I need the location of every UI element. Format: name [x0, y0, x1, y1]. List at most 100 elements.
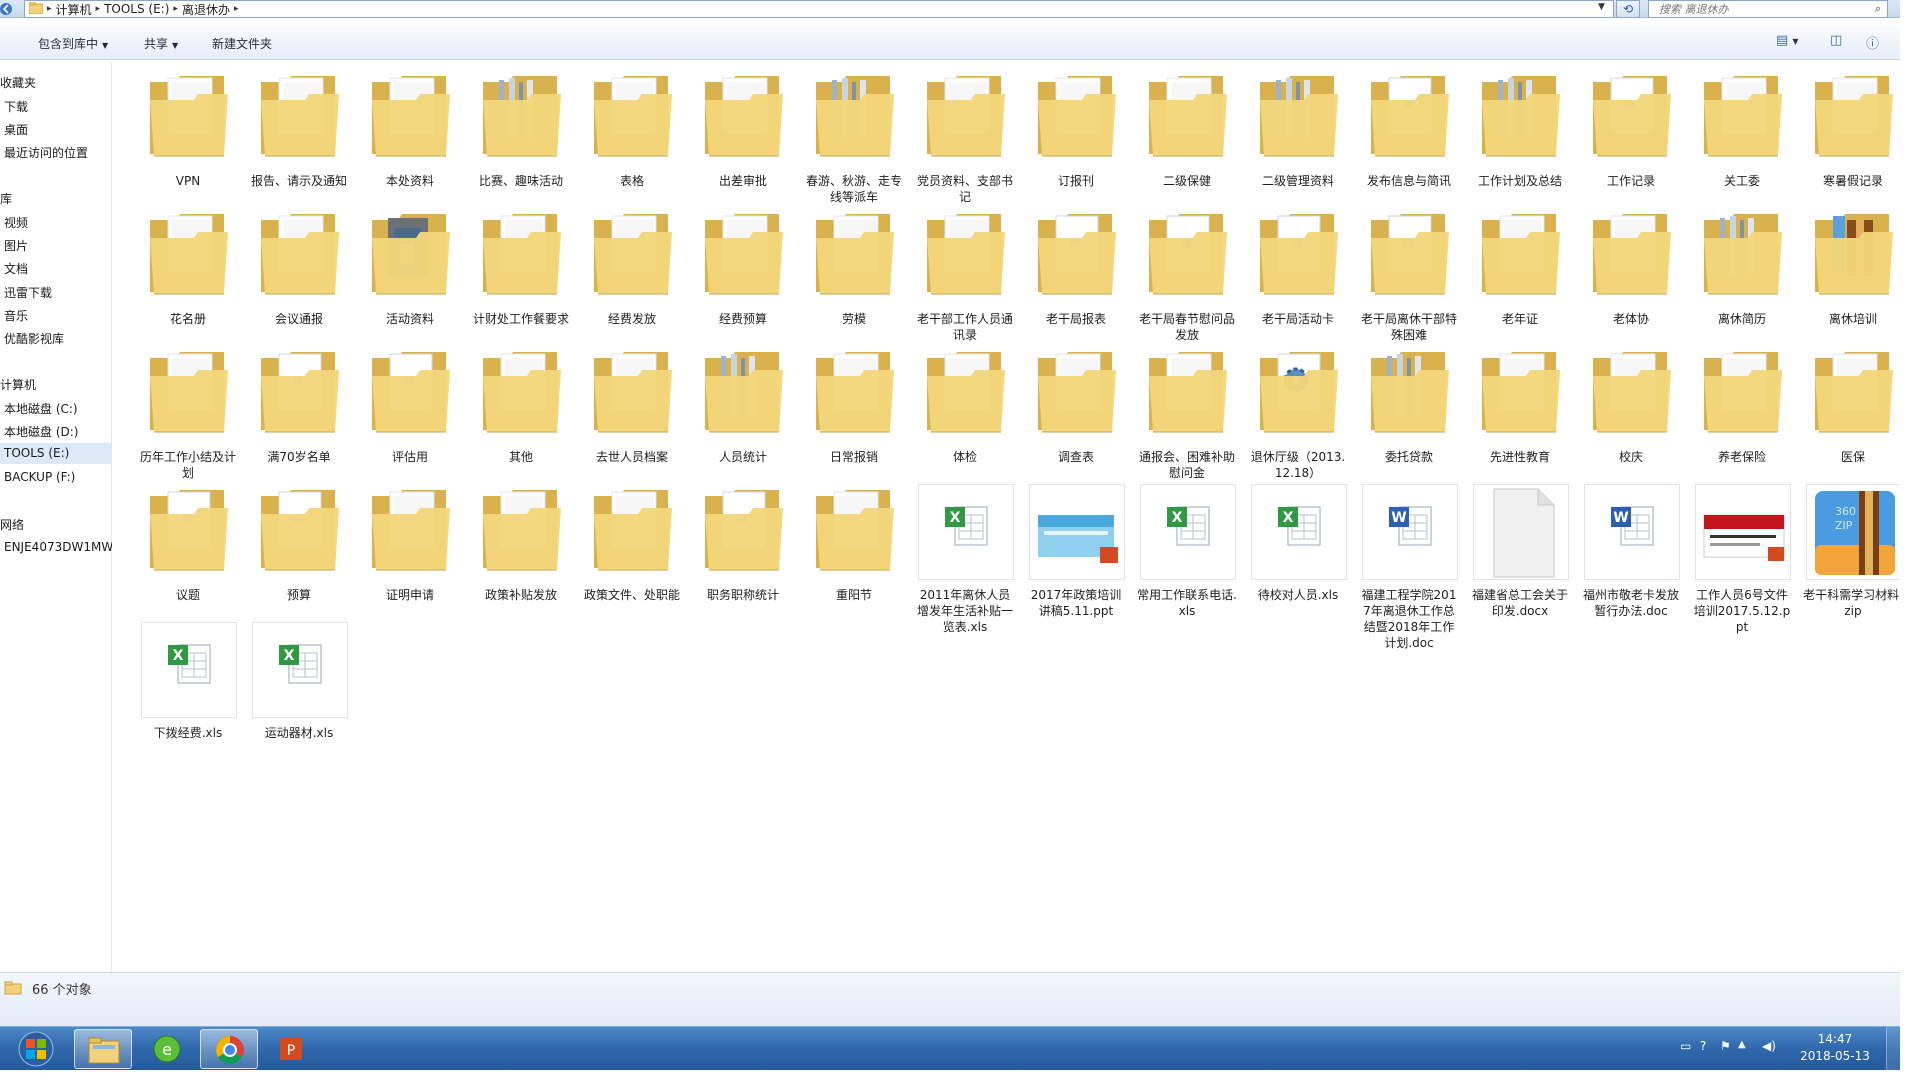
refresh-button[interactable]: ⟲: [1616, 0, 1640, 18]
file-item[interactable]: X 下拨经费.xls: [138, 622, 238, 754]
nav-network[interactable]: 网络: [0, 516, 24, 533]
nav-download[interactable]: 下载: [4, 98, 28, 115]
folder-item[interactable]: 老体协: [1581, 208, 1681, 340]
file-item[interactable]: 2017年政策培训讲稿5.11.ppt: [1026, 484, 1126, 618]
breadcrumb-chevron-icon[interactable]: ▸: [96, 4, 101, 14]
nav-host[interactable]: ENJE4073DW1MW: [4, 540, 113, 554]
breadcrumb-computer[interactable]: 计算机: [56, 1, 92, 18]
nav-libraries[interactable]: 库: [0, 190, 12, 207]
folder-item[interactable]: 校庆: [1581, 346, 1681, 478]
nav-drive-f[interactable]: BACKUP (F:): [4, 470, 75, 484]
file-item[interactable]: W 福建工程学院2017年离退休工作总结暨2018年工作计划.doc: [1359, 484, 1459, 650]
folder-item[interactable]: 重阳节: [804, 484, 904, 616]
taskbar-explorer[interactable]: [74, 1029, 132, 1069]
back-icon[interactable]: [0, 0, 24, 18]
taskbar-chrome[interactable]: [200, 1029, 258, 1069]
folder-item[interactable]: 老干局离休干部特殊困难: [1359, 208, 1459, 342]
folder-item[interactable]: 调查表: [1026, 346, 1126, 478]
file-item[interactable]: X 常用工作联系电话.xls: [1137, 484, 1237, 618]
folder-item[interactable]: 政策文件、处职能: [582, 484, 682, 616]
nav-drive-c[interactable]: 本地磁盘 (C:): [4, 400, 78, 417]
share-button[interactable]: 共享 ▼: [144, 35, 178, 52]
folder-item[interactable]: 表格: [582, 70, 682, 202]
folder-item[interactable]: 体检: [915, 346, 1015, 478]
folder-item[interactable]: 工作计划及总结: [1470, 70, 1570, 202]
clock[interactable]: 14:47 2018-05-13: [1790, 1031, 1880, 1065]
tray-keyboard-icon[interactable]: ▭: [1680, 1039, 1691, 1053]
breadcrumb-chevron-icon[interactable]: ▸: [173, 4, 178, 14]
folder-item[interactable]: 计财处工作餐要求: [471, 208, 571, 340]
include-library-button[interactable]: 包含到库中 ▼: [38, 35, 108, 52]
nav-drive-d[interactable]: 本地磁盘 (D:): [4, 423, 78, 440]
tray-flag-icon[interactable]: ⚑: [1720, 1039, 1731, 1053]
tray-volume-icon[interactable]: ◀): [1762, 1039, 1776, 1053]
help-icon[interactable]: ⓘ: [1866, 33, 1879, 52]
folder-item[interactable]: 人员统计: [693, 346, 793, 478]
folder-item[interactable]: 退休厅级（2013.12.18）: [1248, 346, 1348, 480]
folder-item[interactable]: 其他: [471, 346, 571, 478]
folder-item[interactable]: 会议通报: [249, 208, 349, 340]
folder-item[interactable]: 政策补贴发放: [471, 484, 571, 616]
folder-item[interactable]: 委托贷款: [1359, 346, 1459, 478]
folder-item[interactable]: 春游、秋游、走专线等派车: [804, 70, 904, 204]
search-box[interactable]: ⌕: [1648, 0, 1888, 18]
folder-item[interactable]: 先进性教育: [1470, 346, 1570, 478]
taskbar-ie[interactable]: e: [138, 1029, 196, 1069]
preview-pane-icon[interactable]: ◫: [1830, 33, 1842, 48]
folder-item[interactable]: 活动资料: [360, 208, 460, 340]
new-folder-button[interactable]: 新建文件夹: [212, 35, 272, 52]
nav-videos[interactable]: 视频: [4, 214, 28, 231]
folder-item[interactable]: 离休简历: [1692, 208, 1792, 340]
folder-item[interactable]: 议题: [138, 484, 238, 616]
search-input[interactable]: [1649, 1, 1859, 17]
folder-item[interactable]: 养老保险: [1692, 346, 1792, 478]
nav-recent[interactable]: 最近访问的位置: [4, 144, 88, 161]
nav-drive-e[interactable]: TOOLS (E:): [0, 443, 111, 464]
file-item[interactable]: 工作人员6号文件培训2017.5.12.ppt: [1692, 484, 1792, 634]
view-options-icon[interactable]: ▤ ▼: [1776, 33, 1799, 48]
folder-item[interactable]: 评估用: [360, 346, 460, 478]
folder-item[interactable]: 老干局报表: [1026, 208, 1126, 340]
folder-item[interactable]: 出差审批: [693, 70, 793, 202]
file-item[interactable]: X 待校对人员.xls: [1248, 484, 1348, 616]
folder-item[interactable]: 二级管理资料: [1248, 70, 1348, 202]
file-item[interactable]: W 福州市敬老卡发放暂行办法.doc: [1581, 484, 1681, 618]
nav-youku[interactable]: 优酷影视库: [4, 330, 64, 347]
address-field[interactable]: ▸ 计算机 ▸ TOOLS (E:) ▸ 离退休办 ▸: [24, 0, 1614, 18]
folder-item[interactable]: 发布信息与简讯: [1359, 70, 1459, 202]
breadcrumb-chevron-icon[interactable]: ▸: [47, 4, 52, 14]
nav-desktop[interactable]: 桌面: [4, 121, 28, 138]
folder-item[interactable]: 预算: [249, 484, 349, 616]
folder-item[interactable]: 日常报销: [804, 346, 904, 478]
folder-item[interactable]: VPN: [138, 70, 238, 202]
file-item[interactable]: X 2011年离休人员增发年生活补贴一览表.xls: [915, 484, 1015, 634]
folder-item[interactable]: 职务职称统计: [693, 484, 793, 616]
taskbar-wps[interactable]: P: [262, 1029, 320, 1069]
folder-item[interactable]: 党员资料、支部书记: [915, 70, 1015, 204]
breadcrumb-drive[interactable]: TOOLS (E:): [104, 2, 169, 16]
start-button[interactable]: [6, 1029, 66, 1069]
folder-item[interactable]: 寒暑假记录: [1803, 70, 1903, 202]
show-desktop-button[interactable]: [1886, 1027, 1900, 1071]
folder-item[interactable]: 比赛、趣味活动: [471, 70, 571, 202]
folder-item[interactable]: 通报会、困难补助慰问金: [1137, 346, 1237, 480]
search-icon[interactable]: ⌕: [1875, 2, 1881, 16]
folder-item[interactable]: 报告、请示及通知: [249, 70, 349, 202]
file-item[interactable]: X 运动器材.xls: [249, 622, 349, 754]
folder-item[interactable]: 历年工作小结及计划: [138, 346, 238, 480]
tray-expand-icon[interactable]: ▲: [1738, 1039, 1746, 1050]
folder-item[interactable]: 关工委: [1692, 70, 1792, 202]
folder-item[interactable]: 老干局春节慰问品发放: [1137, 208, 1237, 342]
folder-item[interactable]: 医保: [1803, 346, 1903, 478]
file-item[interactable]: 360 ZIP 老干科需学习材料.zip: [1803, 484, 1903, 618]
folder-item[interactable]: 经费发放: [582, 208, 682, 340]
back-forward[interactable]: [0, 0, 24, 18]
folder-item[interactable]: 老干部工作人员通讯录: [915, 208, 1015, 342]
file-item[interactable]: 福建省总工会关于印发.docx: [1470, 484, 1570, 618]
folder-item[interactable]: 本处资料: [360, 70, 460, 202]
nav-music[interactable]: 音乐: [4, 307, 28, 324]
folder-item[interactable]: 花名册: [138, 208, 238, 340]
nav-xunlei[interactable]: 迅雷下载: [4, 284, 52, 301]
folder-item[interactable]: 离休培训: [1803, 208, 1903, 340]
nav-favorites[interactable]: 收藏夹: [0, 74, 36, 91]
